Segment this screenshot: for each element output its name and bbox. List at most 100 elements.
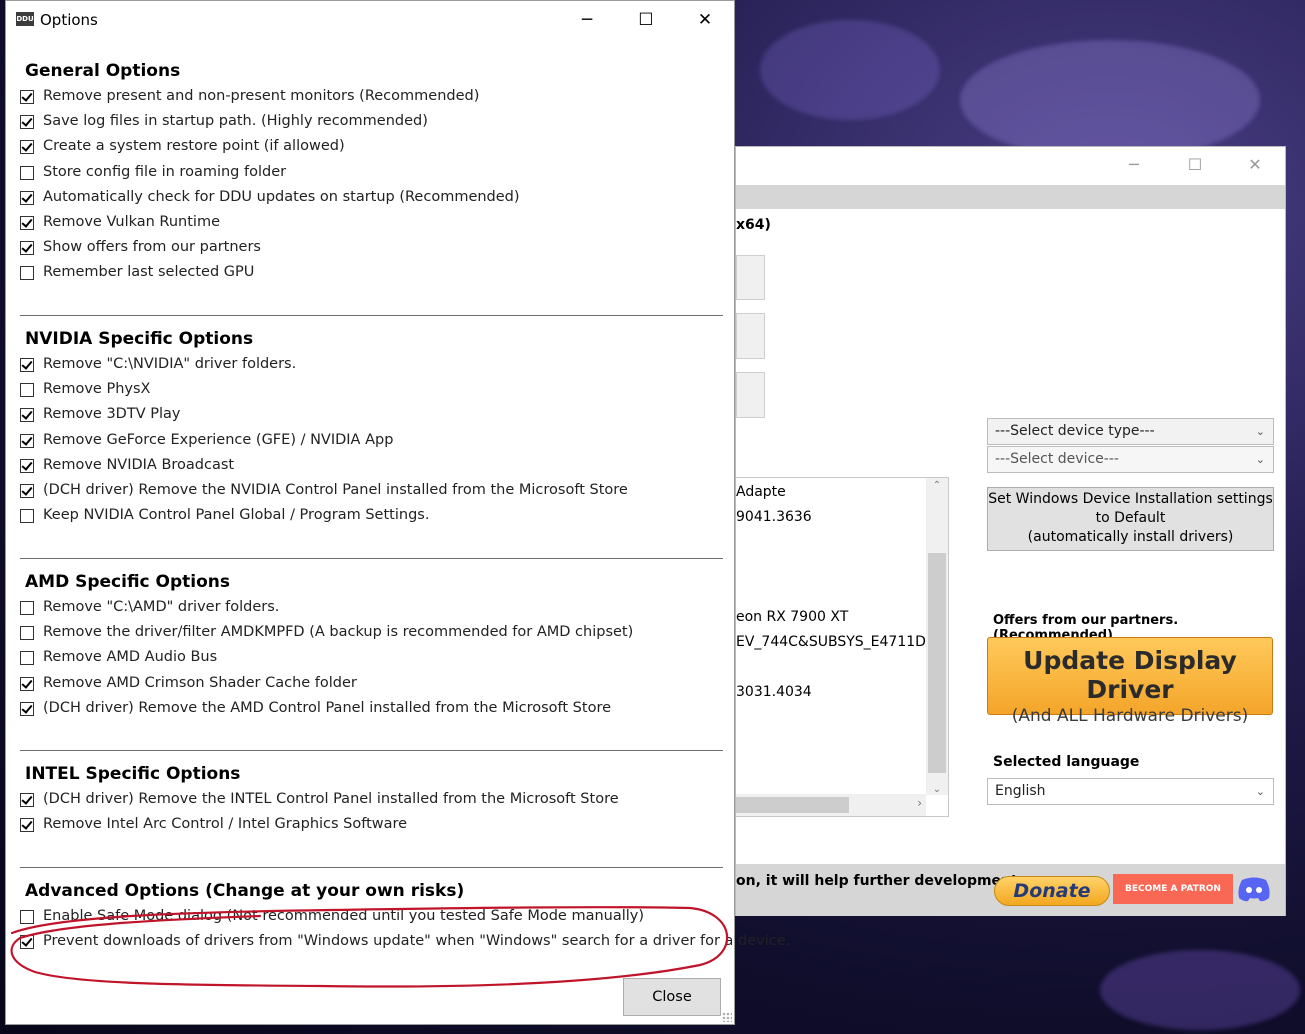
section-divider bbox=[20, 315, 723, 316]
log-line: EV_744C&SUBSYS_E4711DA2 bbox=[736, 634, 945, 650]
desktop-glow bbox=[760, 20, 940, 120]
footer-bar: on, it will help further development. Do… bbox=[736, 864, 1285, 916]
resize-grip[interactable] bbox=[722, 1012, 732, 1022]
minimize-button[interactable]: ─ bbox=[1114, 153, 1154, 177]
option-label: (DCH driver) Remove the NVIDIA Control P… bbox=[43, 482, 628, 498]
option-label: Automatically check for DDU updates on s… bbox=[43, 188, 520, 205]
update-driver-button[interactable]: Update Display Driver (And ALL Hardware … bbox=[987, 637, 1273, 726]
checkbox[interactable] bbox=[20, 793, 34, 807]
checkbox[interactable] bbox=[20, 241, 34, 256]
log-line: eon RX 7900 XT bbox=[736, 609, 849, 625]
option-label: Enable Safe Mode dialog (Not recommended… bbox=[43, 908, 645, 924]
clean-restart-button[interactable] bbox=[736, 255, 765, 300]
checkbox[interactable] bbox=[20, 90, 34, 104]
log-listbox[interactable]: Adapte 9041.3636 eon RX 7900 XT EV_744C&… bbox=[736, 477, 949, 817]
horizontal-scrollbar[interactable]: › bbox=[736, 794, 926, 816]
scrollbar-thumb[interactable] bbox=[928, 553, 946, 773]
chevron-down-icon: ⌄ bbox=[1255, 425, 1265, 438]
clean-no-restart-button[interactable] bbox=[736, 313, 765, 359]
main-window: ─ ☐ ✕ x64) ---Select device type--- ⌄ ---… bbox=[735, 146, 1286, 916]
checkbox[interactable] bbox=[20, 408, 34, 423]
chevron-down-icon: ⌄ bbox=[1255, 785, 1265, 798]
option-label: Show offers from our partners bbox=[43, 239, 261, 256]
checkbox[interactable] bbox=[20, 818, 34, 833]
option-label: Keep NVIDIA Control Panel Global / Progr… bbox=[43, 507, 430, 524]
checkbox[interactable] bbox=[20, 676, 34, 691]
checkbox[interactable] bbox=[20, 509, 34, 524]
checkbox[interactable] bbox=[20, 626, 34, 641]
checkbox[interactable] bbox=[20, 484, 34, 498]
ddu-app-icon: DDU bbox=[16, 12, 34, 26]
checkbox[interactable] bbox=[20, 651, 34, 666]
checkbox[interactable] bbox=[20, 165, 34, 180]
option-label: Remember last selected GPU bbox=[43, 264, 255, 281]
section-divider bbox=[20, 867, 723, 868]
option-label: Remove Vulkan Runtime bbox=[43, 214, 220, 230]
maximize-button[interactable]: ☐ bbox=[624, 7, 668, 33]
section-divider bbox=[20, 750, 723, 751]
option-label: Save log files in startup path. (Highly … bbox=[43, 113, 428, 130]
option-label: Remove 3DTV Play bbox=[43, 406, 181, 423]
options-window: DDU Options ─ ☐ ✕ General Options Remove … bbox=[5, 0, 790, 1025]
option-label: Remove PhysX bbox=[43, 381, 151, 398]
checkbox[interactable] bbox=[20, 910, 34, 924]
option-label: Remove AMD Audio Bus bbox=[43, 649, 218, 666]
language-select[interactable]: English ⌄ bbox=[987, 778, 1274, 805]
checkbox[interactable] bbox=[20, 115, 34, 130]
option-label: Remove NVIDIA Broadcast bbox=[43, 456, 235, 473]
chevron-down-icon[interactable]: ⌄ bbox=[926, 784, 948, 795]
vertical-scrollbar[interactable]: ⌃ ⌄ bbox=[926, 478, 948, 795]
close-button[interactable]: Close bbox=[623, 978, 721, 1016]
checkbox[interactable] bbox=[20, 358, 34, 372]
desktop-glow bbox=[960, 40, 1260, 160]
donate-button[interactable]: Donate bbox=[994, 876, 1110, 906]
checkbox[interactable] bbox=[20, 140, 34, 155]
patreon-button[interactable]: BECOME A PATRON bbox=[1113, 874, 1233, 904]
desktop-glow bbox=[1100, 950, 1300, 1030]
chevron-right-icon[interactable]: › bbox=[917, 796, 922, 810]
option-label: Remove Intel Arc Control / Intel Graphic… bbox=[43, 816, 408, 833]
section-divider bbox=[20, 558, 723, 559]
maximize-button[interactable]: ☐ bbox=[1175, 153, 1215, 177]
menu-bar bbox=[736, 185, 1285, 209]
footer-text: on, it will help further development. bbox=[736, 873, 1024, 889]
option-label: Remove GeForce Experience (GFE) / NVIDIA… bbox=[43, 431, 394, 448]
checkbox[interactable] bbox=[20, 458, 34, 473]
log-line: Adapte bbox=[736, 484, 786, 500]
main-window-titlebar: ─ ☐ ✕ bbox=[736, 147, 1285, 185]
minimize-button[interactable]: ─ bbox=[565, 7, 609, 33]
checkbox[interactable] bbox=[20, 216, 34, 230]
checkbox[interactable] bbox=[20, 433, 34, 448]
log-line: 9041.3636 bbox=[736, 509, 812, 525]
clean-shutdown-button[interactable] bbox=[736, 372, 765, 418]
option-label: Store config file in roaming folder bbox=[43, 163, 287, 180]
device-select[interactable]: ---Select device--- ⌄ bbox=[987, 446, 1274, 473]
language-label: Selected language bbox=[993, 754, 1140, 770]
patreon-label: BECOME A PATRON bbox=[1125, 884, 1221, 894]
checkbox[interactable] bbox=[20, 190, 34, 205]
discord-icon[interactable] bbox=[1236, 875, 1272, 903]
section-title: AMD Specific Options bbox=[25, 572, 231, 592]
option-label: (DCH driver) Remove the AMD Control Pane… bbox=[43, 699, 612, 716]
section-title: NVIDIA Specific Options bbox=[25, 329, 254, 349]
close-window-button[interactable]: ✕ bbox=[683, 7, 727, 33]
option-label: Remove present and non-present monitors … bbox=[43, 88, 480, 104]
option-label: (DCH driver) Remove the INTEL Control Pa… bbox=[43, 791, 619, 807]
checkbox[interactable] bbox=[20, 935, 34, 950]
log-line: 3031.4034 bbox=[736, 684, 812, 700]
chevron-up-icon[interactable]: ⌃ bbox=[926, 480, 948, 491]
version-text: x64) bbox=[736, 217, 771, 233]
checkbox[interactable] bbox=[20, 601, 34, 615]
option-label: Remove "C:\NVIDIA" driver folders. bbox=[43, 356, 297, 372]
section-title: General Options bbox=[25, 61, 181, 81]
checkbox[interactable] bbox=[20, 383, 34, 398]
close-button[interactable]: ✕ bbox=[1235, 153, 1275, 177]
scrollbar-thumb[interactable] bbox=[736, 797, 849, 813]
device-type-select[interactable]: ---Select device type--- ⌄ bbox=[987, 418, 1274, 445]
options-titlebar: DDU Options ─ ☐ ✕ bbox=[6, 1, 734, 39]
section-title: INTEL Specific Options bbox=[25, 764, 241, 784]
checkbox[interactable] bbox=[20, 701, 34, 716]
chevron-down-icon: ⌄ bbox=[1255, 453, 1265, 466]
checkbox[interactable] bbox=[20, 266, 34, 281]
set-default-button[interactable]: Set Windows Device Installation settings… bbox=[987, 487, 1274, 551]
